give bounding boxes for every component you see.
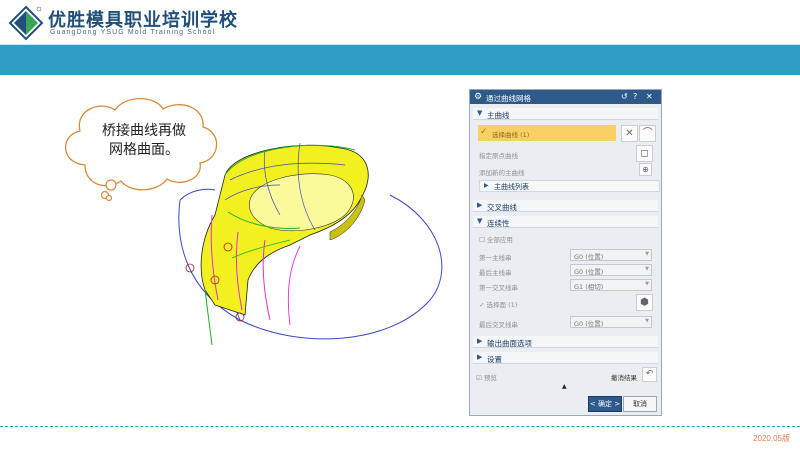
apply-all-checkbox[interactable]: ☐ 全部应用 [479, 234, 513, 244]
chevron-down-icon: ▼ [645, 251, 649, 257]
select-value: G0 (位置) [574, 268, 604, 276]
select-face-row[interactable]: ✓ 选择面 (1) [479, 299, 517, 309]
chevron-down-icon: ▼ [645, 281, 649, 287]
first-cross-select[interactable]: G1 (相切) ▼ [570, 279, 652, 291]
section-label: 连续性 [487, 219, 510, 228]
cad-model-viewport [178, 142, 443, 346]
ok-button[interactable]: < 确定 > [588, 396, 622, 412]
collapse-up-icon[interactable]: ▲ [562, 383, 567, 390]
select-value: G0 (位置) [574, 320, 604, 328]
expand-arrow-icon: ▶ [484, 182, 489, 189]
dialog-title: 通过曲线网格 [486, 94, 531, 103]
last-primary-label: 最后主线串 [479, 269, 512, 277]
preview-checkbox[interactable]: ☑ 预览 [476, 372, 497, 382]
footer-divider [0, 426, 800, 427]
first-primary-select[interactable]: G0 (位置) ▼ [570, 249, 652, 261]
cancel-button[interactable]: 取消 [623, 396, 657, 412]
section-continuity[interactable]: ▼ 连续性 [473, 216, 658, 228]
section-output-options[interactable]: ▶ 输出曲面选项 [473, 336, 658, 348]
apply-all-label: 全部应用 [486, 236, 513, 244]
primary-curve-list[interactable]: ▶ 主曲线列表 [479, 180, 660, 192]
curve-mesh-dialog: ⚙ 通过曲线网格 ↺ ? ✕ ▼ 主曲线 ✓ 选择曲线 (1) ✕ ⌒ 指定原点… [469, 89, 662, 416]
select-value: G0 (位置) [574, 253, 604, 261]
section-settings[interactable]: ▶ 设置 [473, 352, 658, 364]
chevron-down-icon: ▼ [645, 266, 649, 272]
callout-line-1: 桥接曲线再做 [102, 123, 186, 139]
face-select-icon[interactable]: ⬢ [636, 294, 653, 311]
primary-list-label: 主曲线列表 [494, 183, 529, 191]
section-label: 交叉曲线 [487, 203, 517, 212]
school-name-en: GuangDong YSUG Mold Training School [50, 29, 216, 36]
expand-arrow-icon: ▶ [477, 201, 483, 209]
specify-origin-curve-label: 指定原点曲线 [479, 152, 518, 160]
close-icon[interactable]: ✕ [646, 92, 653, 101]
section-primary-curves[interactable]: ▼ 主曲线 [473, 108, 658, 120]
last-primary-select[interactable]: G0 (位置) ▼ [570, 264, 652, 276]
dialog-title-bar: ⚙ 通过曲线网格 ↺ ? ✕ [470, 90, 661, 104]
undo-result-label: 撤消结果 [611, 374, 637, 382]
select-curve-label: 选择曲线 (1) [492, 131, 530, 139]
select-curve-row[interactable]: ✓ 选择曲线 (1) [478, 125, 616, 141]
origin-curve-icon[interactable]: ◻ [636, 145, 653, 162]
header: 优胜模具职业培训学校 GuangDong YSUG Mold Training … [0, 0, 800, 44]
select-face-label: 选择面 (1) [486, 301, 518, 309]
reverse-direction-icon[interactable]: ✕ [621, 125, 638, 142]
expand-arrow-icon: ▶ [477, 353, 483, 361]
check-icon: ✓ [480, 127, 488, 137]
first-primary-label: 第一主线串 [479, 254, 512, 262]
section-cross-curves[interactable]: ▶ 交叉曲线 [473, 200, 658, 212]
chevron-down-icon: ▼ [645, 318, 649, 324]
section-label: 主曲线 [487, 111, 510, 120]
section-label: 输出曲面选项 [487, 339, 532, 348]
add-curve-icon[interactable]: ⊕ [639, 163, 652, 176]
version-label: 2020.05版 [753, 434, 790, 443]
school-logo-icon [8, 5, 44, 41]
last-cross-select[interactable]: G0 (位置) ▼ [570, 316, 652, 328]
last-cross-label: 最后交叉线串 [479, 321, 518, 329]
undo-icon[interactable]: ↶ [642, 367, 657, 382]
curve-rule-icon[interactable]: ⌒ [639, 125, 656, 142]
help-icon[interactable]: ? [633, 92, 637, 101]
collapse-arrow-icon: ▼ [477, 109, 483, 117]
collapse-arrow-icon: ▼ [477, 217, 483, 225]
expand-arrow-icon: ▶ [477, 337, 483, 345]
select-value: G1 (相切) [574, 283, 604, 291]
gear-icon[interactable]: ⚙ [474, 92, 482, 102]
preview-label: 预览 [483, 374, 497, 382]
section-label: 设置 [487, 355, 502, 364]
reset-icon[interactable]: ↺ [621, 92, 628, 101]
add-new-primary-label: 添加新的主曲线 [479, 169, 525, 177]
first-cross-label: 第一交叉线串 [479, 284, 518, 292]
title-band [0, 45, 800, 75]
